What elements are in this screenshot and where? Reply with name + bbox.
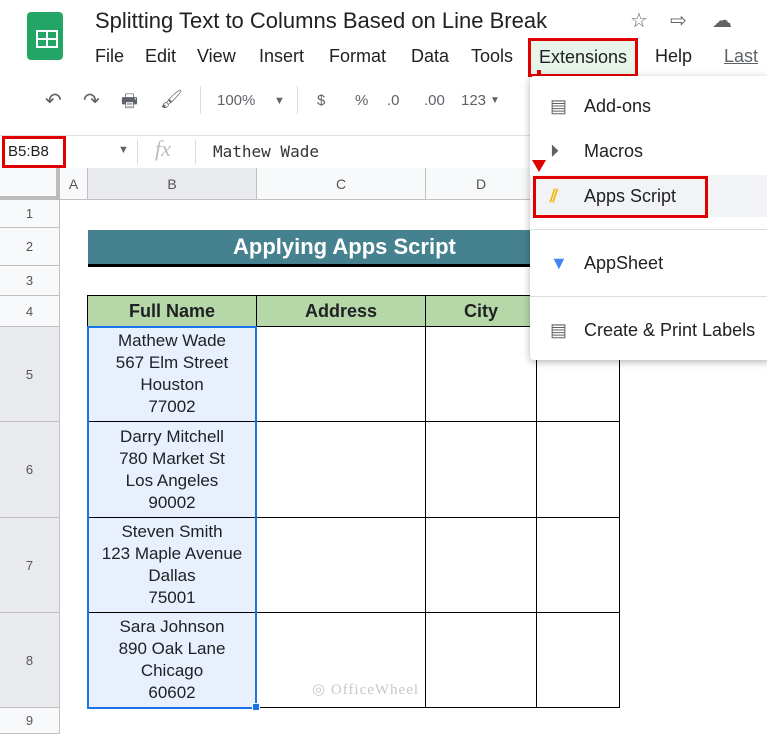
currency-button[interactable]: $ (317, 92, 325, 109)
row-header-5[interactable]: 5 (0, 327, 60, 422)
last-edit-link[interactable]: Last (724, 46, 758, 67)
header-full-name[interactable]: Full Name (88, 296, 257, 327)
cell-line: Sara Johnson (119, 617, 225, 636)
print-icon[interactable]: 🖶 (121, 89, 138, 119)
undo-icon[interactable]: ↶ (45, 88, 62, 113)
menu-item-label: Create & Print Labels (584, 319, 756, 340)
row-header-8[interactable]: 8 (0, 613, 60, 708)
menu-format[interactable]: Format (329, 46, 386, 67)
address-cell[interactable] (257, 327, 426, 422)
address-cell[interactable] (257, 518, 426, 613)
zoom-select[interactable]: 100% (217, 92, 255, 109)
number-format-button[interactable]: 123 (461, 92, 486, 109)
cell-line: Dallas (148, 566, 196, 585)
menu-bar: File Edit View Insert Format Data Tools … (0, 38, 767, 77)
menu-insert[interactable]: Insert (259, 46, 304, 67)
extra-cell[interactable] (537, 422, 620, 518)
chevron-down-icon: ▼ (490, 95, 500, 106)
city-cell[interactable] (426, 613, 537, 708)
column-header-a[interactable]: A (60, 168, 88, 200)
cloud-saved-icon[interactable]: ☁ (712, 8, 732, 33)
full-name-cell[interactable]: Darry Mitchell 780 Market St Los Angeles 90… (88, 422, 257, 518)
menu-edit[interactable]: Edit (145, 46, 176, 67)
cell-line: Chicago (140, 661, 204, 680)
column-header-d[interactable]: D (426, 168, 537, 200)
menu-item-label: Add-ons (584, 95, 652, 116)
cell-line: Houston (140, 375, 204, 394)
menu-item-macros[interactable]: ⏵ Macros (530, 130, 767, 172)
decrease-decimal-button[interactable]: .0 (387, 92, 400, 109)
row-header-6[interactable]: 6 (0, 422, 60, 518)
fill-handle[interactable] (252, 703, 260, 711)
row-header-7[interactable]: 7 (0, 518, 60, 613)
cell-line: 75001 (148, 588, 196, 607)
cell-line: 890 Oak Lane (118, 639, 226, 658)
column-header-b[interactable]: B (88, 168, 257, 200)
column-header-c[interactable]: C (257, 168, 426, 200)
city-cell[interactable] (426, 422, 537, 518)
arrow-head (532, 160, 546, 172)
watermark-text: OfficeWheel (330, 682, 420, 698)
apps-script-highlight (533, 176, 708, 218)
menu-extensions[interactable]: Extensions (528, 38, 639, 77)
menu-data[interactable]: Data (411, 46, 449, 67)
row-header-4[interactable]: 4 (0, 296, 60, 327)
menu-file[interactable]: File (95, 46, 124, 67)
city-cell[interactable] (426, 518, 537, 613)
cell-line: Darry Mitchell (120, 426, 224, 446)
menu-view[interactable]: View (197, 46, 236, 67)
menu-help[interactable]: Help (655, 46, 692, 67)
add-ons-icon: ▤ (550, 95, 568, 116)
cell-line: Mathew Wade (117, 331, 227, 350)
row-header-2[interactable]: 2 (0, 228, 60, 266)
macros-play-icon: ⏵ (550, 140, 559, 161)
cell-line: 77002 (148, 397, 196, 416)
menu-item-label: AppSheet (584, 252, 664, 273)
menu-item-add-ons[interactable]: ▤ Add-ons (530, 85, 767, 127)
cell-line: 60602 (148, 683, 196, 702)
percent-button[interactable]: % (355, 92, 368, 109)
name-box-dropdown-icon[interactable]: ▼ (118, 144, 129, 156)
menu-item-label: Macros (584, 140, 644, 161)
star-icon[interactable]: ☆ (630, 8, 648, 33)
menu-item-create-print-labels[interactable]: ▤ Create & Print Labels (530, 309, 767, 351)
row-header-1[interactable]: 1 (0, 200, 60, 228)
appsheet-icon: ▼ (550, 252, 568, 273)
document-title[interactable]: Splitting Text to Columns Based on Line … (95, 8, 547, 34)
cell-line: Steven Smith (121, 522, 223, 541)
paint-format-icon[interactable]: 🖌 (160, 89, 183, 110)
header-city[interactable]: City (426, 296, 537, 327)
row-header-3[interactable]: 3 (0, 266, 60, 296)
formula-input[interactable]: Mathew Wade (213, 142, 319, 161)
cell-line: 90002 (148, 492, 196, 512)
address-cell[interactable] (257, 422, 426, 518)
cell-line: 567 Elm Street (115, 353, 229, 372)
extra-cell[interactable] (537, 518, 620, 613)
name-box[interactable]: B5:B8 (2, 136, 66, 168)
chevron-down-icon[interactable]: ▼ (274, 95, 285, 107)
increase-decimal-button[interactable]: .00 (424, 92, 445, 109)
labels-icon: ▤ (550, 319, 568, 340)
extensions-menu: ▤ Add-ons ⏵ Macros ⫽ Apps Script ▼ AppSheet … (530, 76, 767, 360)
menu-tools[interactable]: Tools (471, 46, 513, 67)
full-name-cell[interactable]: Mathew Wade 567 Elm Street Houston 77002 (88, 327, 257, 422)
extra-cell[interactable] (537, 613, 620, 708)
redo-icon[interactable]: ↷ (83, 88, 100, 113)
full-name-cell[interactable]: Steven Smith 123 Maple Avenue Dallas 75001 (88, 518, 257, 613)
row-header-9[interactable]: 9 (0, 708, 60, 734)
cell-line: Los Angeles (125, 470, 219, 490)
cell-line: 123 Maple Avenue (101, 544, 243, 563)
menu-item-appsheet[interactable]: ▼ AppSheet (530, 242, 767, 284)
full-name-cell[interactable]: Sara Johnson 890 Oak Lane Chicago 60602 (88, 613, 257, 708)
move-to-folder-icon[interactable]: ⇨ (670, 8, 687, 33)
header-address[interactable]: Address (257, 296, 426, 327)
watermark: ◎ OfficeWheel (312, 682, 420, 698)
cell-line: 780 Market St (119, 448, 225, 468)
fx-icon: fx (155, 136, 171, 161)
select-all-corner[interactable] (0, 168, 60, 200)
city-cell[interactable] (426, 327, 537, 422)
toolbar: ↶ ↷ 🖶 🖌 100% ▼ $ % .0 .00 123 ▼ (0, 86, 530, 122)
